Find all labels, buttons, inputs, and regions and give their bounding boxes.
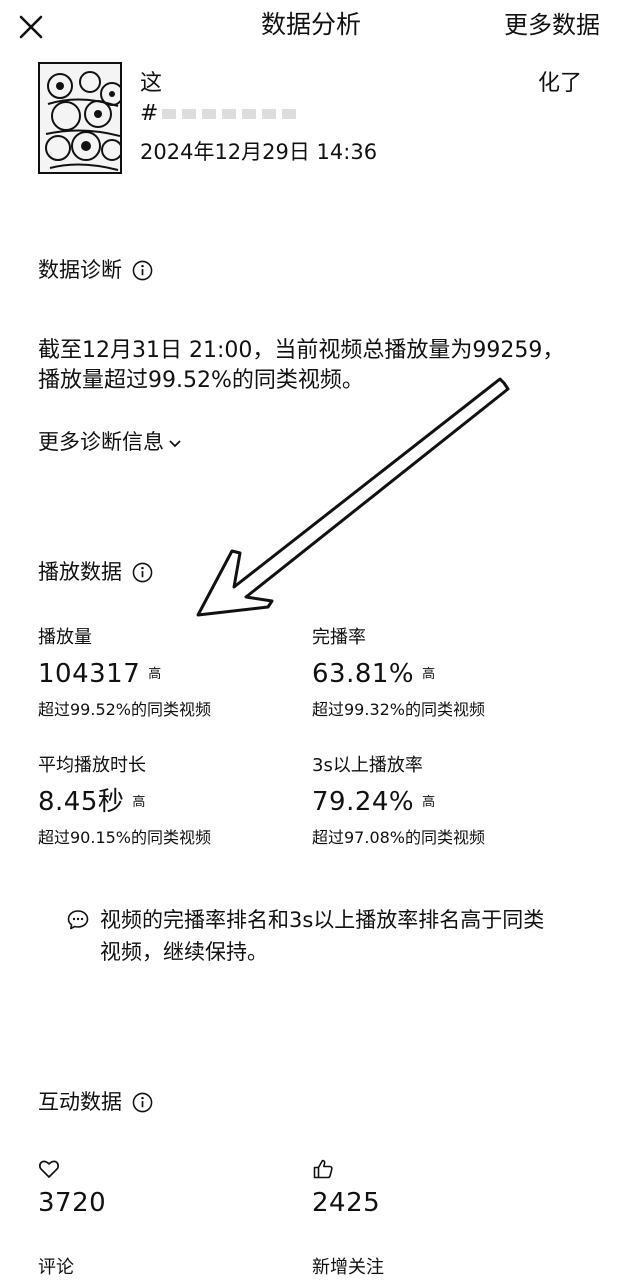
new-follows-label: 新增关注 [312, 1257, 384, 1278]
info-icon[interactable] [132, 260, 153, 281]
more-diagnosis-button[interactable]: 更多诊断信息 [38, 428, 182, 456]
chat-bubble-icon [67, 910, 89, 930]
video-title: 这 [140, 70, 580, 98]
info-icon[interactable] [132, 1092, 153, 1113]
comments-label: 评论 [38, 1257, 74, 1278]
thumbs-count: 2425 [312, 1188, 381, 1218]
top-bar: 数据分析 更多数据 [0, 0, 622, 52]
metric-label: 播放量 [38, 627, 92, 648]
info-icon[interactable] [132, 562, 153, 583]
metric-compare: 超过99.52%的同类视频 [38, 699, 212, 719]
video-title-end: 化了 [537, 71, 582, 96]
video-hashtag: # [140, 100, 303, 128]
metric-compare: 超过97.08%的同类视频 [312, 827, 486, 847]
interaction-heading: 互动数据 [38, 1088, 153, 1116]
video-publish-date: 2024年12月29日 14:36 [140, 140, 378, 164]
metric-compare: 超过90.15%的同类视频 [38, 827, 212, 847]
level-badge: 高 [422, 666, 436, 682]
metric-compare: 超过99.32%的同类视频 [312, 699, 486, 719]
video-thumbnail[interactable] [38, 62, 122, 174]
chevron-down-icon [169, 440, 181, 448]
video-card[interactable]: 这 化了 # 2024年12月29日 14:36 [38, 62, 598, 174]
metric-value: 63.81% 高 [312, 659, 436, 689]
playback-heading: 播放数据 [38, 558, 153, 586]
playback-tip: 视频的完播率排名和3s以上播放率排名高于同类 视频，继续保持。 [66, 904, 586, 968]
metric-avg-duration[interactable]: 平均播放时长 8.45秒高 超过90.15%的同类视频 [38, 754, 318, 849]
interaction-likes[interactable]: 3720 [38, 1158, 106, 1220]
diagnosis-text: 截至12月31日 21:00，当前视频总播放量为99259， 播放量超过99.5… [38, 338, 565, 393]
diagnosis-heading: 数据诊断 [38, 256, 153, 284]
metric-value: 8.45秒高 [38, 787, 146, 817]
metric-3s-rate[interactable]: 3s以上播放率 79.24% 高 超过97.08%的同类视频 [312, 754, 592, 849]
metric-label: 平均播放时长 [38, 755, 146, 776]
metric-value: 104317 高 [38, 659, 162, 689]
metric-views[interactable]: 播放量 104317 高 超过99.52%的同类视频 [38, 626, 318, 721]
level-badge: 高 [132, 794, 146, 810]
metric-label: 完播率 [312, 627, 366, 648]
arrow-annotation [196, 377, 510, 617]
level-badge: 高 [422, 794, 436, 810]
likes-count: 3720 [38, 1188, 107, 1218]
metric-completion-rate[interactable]: 完播率 63.81% 高 超过99.32%的同类视频 [312, 626, 592, 721]
heart-icon [38, 1160, 60, 1178]
metric-value: 79.24% 高 [312, 787, 436, 817]
level-badge: 高 [148, 666, 162, 682]
more-data-link[interactable]: 更多数据 [504, 8, 600, 42]
interaction-thumbs[interactable]: 2425 [312, 1158, 380, 1220]
thumbs-up-icon [313, 1159, 333, 1179]
metric-label: 3s以上播放率 [312, 755, 423, 776]
